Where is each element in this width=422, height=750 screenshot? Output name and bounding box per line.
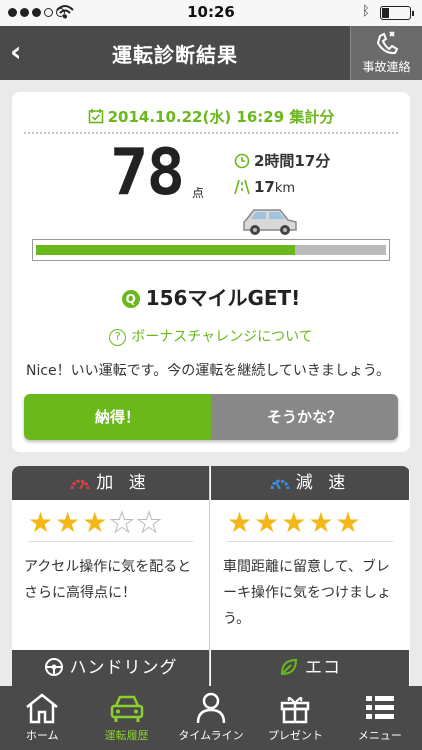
feedback-buttons: 納得！ そうかな？: [24, 394, 398, 440]
car-icon: [243, 209, 297, 235]
star-filled-icon: ★: [82, 506, 110, 539]
tab-present-label: プレゼント: [267, 729, 323, 742]
tab-menu[interactable]: メニュー: [338, 686, 422, 750]
bonus-challenge-link[interactable]: ? ボーナスチャレンジについて: [12, 326, 410, 346]
deceleration-header: 減 速: [211, 466, 409, 500]
clock-icon: [234, 153, 250, 169]
bluetooth-icon: ᛒ: [362, 4, 370, 19]
acceleration-section: 加 速 ★★★★★ アクセル操作に気を配るとさらに高得点に！ ハンドリング: [12, 466, 210, 686]
star-filled-icon: ★: [55, 506, 83, 539]
accident-report-button[interactable]: 事故連絡: [350, 26, 422, 80]
result-card: 2014.10.22(水) 16:29 集計分 78 点 2時間17分 17km…: [12, 92, 410, 452]
battery-level: [382, 8, 389, 18]
handling-tab[interactable]: ハンドリング: [12, 650, 209, 686]
tab-bar: ホーム 運転履歴 タイムライン プレゼント メニュー: [0, 686, 422, 750]
calendar-check-icon: [88, 109, 103, 124]
tab-timeline-label: タイムライン: [178, 729, 244, 742]
acceleration-advice: アクセル操作に気を配るとさらに高得点に！: [24, 559, 192, 601]
deceleration-rating: ★★★★★: [227, 508, 393, 542]
acceleration-label: 加 速: [96, 473, 151, 493]
deceleration-gauge-icon: [270, 479, 290, 490]
drive-distance-value: 17: [254, 178, 275, 196]
tab-home[interactable]: ホーム: [0, 686, 84, 750]
tab-timeline[interactable]: タイムライン: [169, 686, 253, 750]
star-empty-icon: ★: [136, 506, 164, 539]
accident-report-label: 事故連絡: [362, 60, 411, 74]
gift-icon: [281, 697, 310, 724]
tab-driving-history[interactable]: 運転履歴: [84, 686, 168, 750]
summary-date: 2014.10.22(水) 16:29 集計分: [12, 106, 410, 127]
star-empty-icon: ★: [109, 506, 137, 539]
status-time: 10:26: [187, 3, 235, 21]
tab-home-label: ホーム: [25, 729, 59, 742]
result-message: Nice！いい運転です。今の運転を継続していきましょう。: [26, 363, 391, 379]
deceleration-advice: 車間距離に留意して、ブレーキ操作に気をつけましょう。: [223, 559, 391, 627]
agree-button[interactable]: 納得！: [24, 394, 211, 440]
star-filled-icon: ★: [308, 506, 336, 539]
drive-duration-text: 2時間17分: [254, 152, 331, 170]
drive-distance-unit: km: [274, 181, 296, 196]
handling-label: ハンドリング: [69, 658, 178, 678]
steering-wheel-icon: [44, 658, 63, 676]
miles-earned-text: 156マイルGET!: [145, 286, 301, 310]
phone-alert-icon: [376, 31, 398, 55]
page-title: 運転診断結果: [112, 43, 238, 67]
tab-present[interactable]: プレゼント: [253, 686, 337, 750]
deceleration-section: 減 速 ★★★★★ 車間距離に留意して、ブレーキ操作に気をつけましょう。 エコ: [211, 466, 409, 686]
acceleration-gauge-icon: [70, 479, 90, 490]
miles-earned: Q 156マイルGET!: [12, 282, 410, 311]
drive-duration: 2時間17分: [234, 150, 330, 171]
q-coin-icon: Q: [121, 290, 140, 308]
star-filled-icon: ★: [227, 506, 255, 539]
score-unit: 点: [192, 186, 205, 200]
star-filled-icon: ★: [335, 506, 363, 539]
deceleration-label: 減 速: [295, 473, 351, 493]
car-icon: [110, 695, 143, 722]
score-progress-bar: [32, 239, 390, 261]
tab-driving-history-label: 運転履歴: [104, 729, 149, 742]
acceleration-header: 加 速: [12, 466, 209, 500]
eco-tab[interactable]: エコ: [211, 650, 409, 686]
help-icon: ?: [109, 329, 127, 346]
drive-distance: 17km: [234, 178, 295, 196]
tab-menu-label: メニュー: [357, 729, 402, 742]
star-filled-icon: ★: [254, 506, 282, 539]
eco-label: エコ: [305, 658, 341, 678]
home-icon: [26, 693, 58, 724]
star-filled-icon: ★: [281, 506, 309, 539]
summary-date-text: 2014.10.22(水) 16:29 集計分: [107, 108, 335, 126]
bonus-challenge-label: ボーナスチャレンジについて: [131, 329, 313, 345]
divider: [24, 132, 398, 134]
menu-icon: [365, 696, 394, 719]
disagree-button[interactable]: そうかな？: [211, 394, 398, 440]
score-progress-fill: [36, 245, 295, 255]
leaf-icon: [280, 658, 298, 676]
evaluation-panel: 加 速 ★★★★★ アクセル操作に気を配るとさらに高得点に！ ハンドリング 減 …: [12, 466, 410, 686]
star-filled-icon: ★: [28, 506, 56, 539]
score-value: 78: [110, 136, 185, 210]
status-bar: 10:26 ᛒ: [0, 0, 422, 26]
navigation-bar: ‹ 運転診断結果 事故連絡: [0, 26, 422, 80]
road-icon: [234, 179, 250, 195]
person-icon: [196, 692, 226, 724]
acceleration-rating: ★★★★★: [28, 506, 193, 542]
battery-icon: [380, 6, 414, 20]
